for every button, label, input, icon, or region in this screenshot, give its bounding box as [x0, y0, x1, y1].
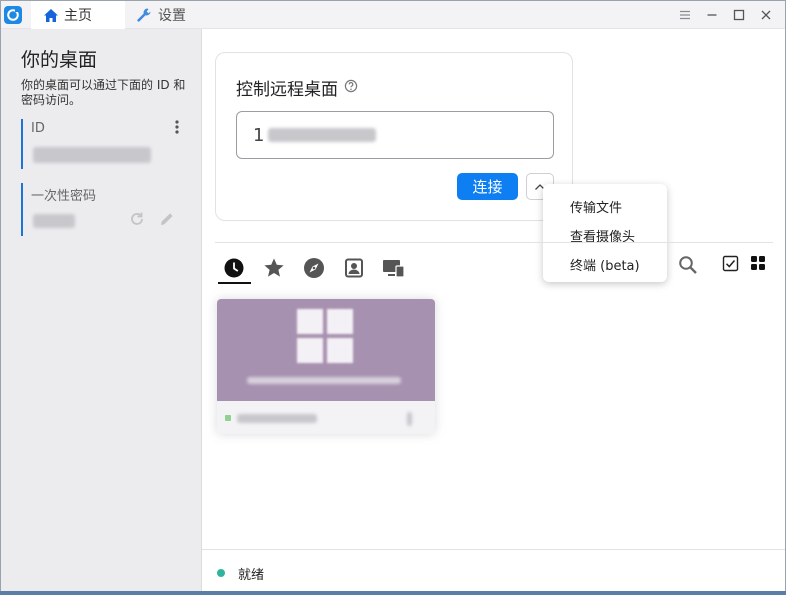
peer-tools — [678, 255, 700, 277]
password-block: 一次性密码 — [21, 183, 191, 236]
checkbox-icon — [722, 255, 739, 272]
desktop-edge — [0, 591, 786, 595]
tab-home[interactable]: 主页 — [31, 1, 125, 29]
devices-icon — [383, 260, 405, 278]
maximize-icon — [733, 9, 744, 21]
tab-settings[interactable]: 设置 — [125, 1, 221, 29]
refresh-icon — [131, 212, 143, 225]
peer-id-redacted — [237, 414, 317, 423]
connect-options-menu: 传输文件 查看摄像头 终端 (beta) — [543, 184, 667, 282]
tab-recent[interactable] — [221, 255, 247, 281]
your-desktop-description: 你的桌面可以通过下面的 ID 和密码访问。 — [21, 78, 186, 107]
help-icon[interactable] — [344, 78, 358, 98]
connect-card: 控制远程桌面 1 连接 — [215, 52, 573, 221]
menu-icon — [679, 10, 690, 20]
grid-view-icon — [751, 256, 765, 270]
password-value-redacted[interactable] — [33, 214, 75, 228]
menu-item-transfer-file[interactable]: 传输文件 — [543, 192, 667, 221]
active-tab-indicator — [218, 282, 251, 284]
menu-button[interactable] — [671, 1, 698, 29]
address-book-icon — [345, 258, 363, 278]
peer-card-footer — [217, 401, 435, 434]
edit-password-button[interactable] — [158, 210, 176, 232]
password-label: 一次性密码 — [31, 189, 97, 204]
compass-icon — [304, 258, 324, 278]
star-icon — [264, 258, 284, 277]
connect-title-label: 控制远程桌面 — [236, 80, 338, 100]
vertical-dots-icon — [175, 120, 179, 134]
tab-settings-label: 设置 — [158, 8, 186, 24]
recent-icon — [224, 258, 244, 278]
id-value-redacted[interactable] — [33, 147, 151, 163]
home-icon — [44, 8, 58, 22]
select-tools — [722, 255, 768, 273]
menu-item-view-camera[interactable]: 查看摄像头 — [543, 221, 667, 250]
refresh-password-button[interactable] — [128, 210, 146, 232]
close-button[interactable] — [752, 1, 779, 29]
connect-title: 控制远程桌面 — [236, 75, 358, 100]
connect-button[interactable]: 连接 — [457, 173, 518, 200]
tab-home-label: 主页 — [64, 8, 92, 24]
status-bar: 就绪 — [202, 549, 785, 594]
maximize-button[interactable] — [725, 1, 752, 29]
search-icon — [679, 256, 697, 274]
peer-menu-redacted[interactable] — [407, 412, 412, 426]
id-label: ID — [31, 121, 45, 136]
tab-address-book[interactable] — [341, 255, 367, 281]
app-window: 主页 设置 你的桌面 你的桌面可以通过下面的 ID 和密码访问。 ID 一次性密… — [0, 0, 786, 595]
search-button[interactable] — [678, 255, 700, 277]
id-block: ID — [21, 119, 191, 169]
remote-id-redacted — [268, 128, 377, 142]
status-indicator-icon — [217, 569, 225, 577]
app-logo-icon — [4, 6, 22, 24]
status-text: 就绪 — [238, 568, 265, 583]
peer-os-redacted — [247, 377, 401, 384]
menu-item-terminal[interactable]: 终端 (beta) — [543, 250, 667, 279]
minimize-button[interactable] — [698, 1, 725, 29]
minimize-icon — [707, 14, 716, 16]
your-desktop-title: 你的桌面 — [21, 49, 98, 71]
close-icon — [761, 10, 770, 20]
tab-devices[interactable] — [381, 255, 407, 281]
id-more-button[interactable] — [171, 119, 183, 139]
remote-id-value: 1 — [253, 124, 265, 146]
peer-card[interactable] — [217, 299, 435, 434]
select-mode-button[interactable] — [722, 255, 740, 273]
wrench-icon — [137, 8, 151, 22]
remote-id-input[interactable]: 1 — [236, 111, 554, 159]
pencil-icon — [161, 213, 173, 225]
tab-favorites[interactable] — [261, 255, 287, 281]
sidebar: 你的桌面 你的桌面可以通过下面的 ID 和密码访问。 ID 一次性密码 — [1, 29, 202, 594]
peer-thumbnail — [217, 299, 435, 401]
windows-logo-icon — [297, 309, 353, 363]
grid-view-button[interactable] — [750, 255, 768, 273]
tab-discovered[interactable] — [301, 255, 327, 281]
section-divider — [215, 242, 773, 243]
online-status-icon — [225, 415, 231, 421]
title-bar: 主页 设置 — [1, 1, 785, 29]
